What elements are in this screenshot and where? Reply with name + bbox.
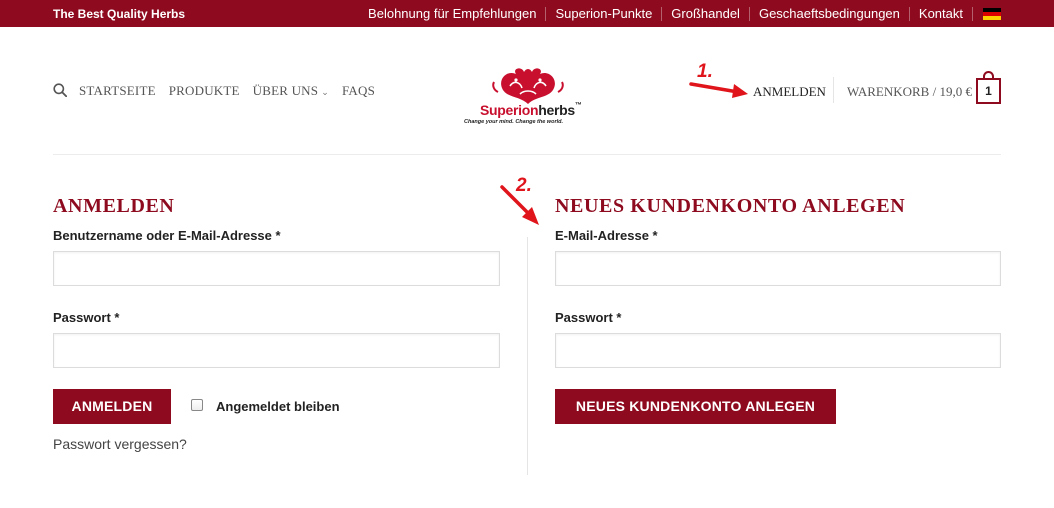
cart-link[interactable]: WARENKORB / 19,0 €: [847, 84, 972, 100]
logo-text: Superionherbs™: [480, 102, 582, 118]
header-separator: [833, 77, 834, 103]
top-link-contact[interactable]: Kontakt: [908, 6, 972, 21]
top-link-points[interactable]: Superion-Punkte: [545, 6, 661, 21]
password-input[interactable]: [53, 333, 500, 368]
remember-me-label[interactable]: Angemeldet bleiben: [216, 399, 340, 414]
column-divider: [527, 237, 528, 475]
header-divider: [53, 154, 1001, 155]
password-label: Passwort *: [53, 310, 120, 325]
main-nav: STARTSEITE PRODUKTE ÜBER UNS ⌄ FAQS: [79, 83, 388, 99]
register-email-label: E-Mail-Adresse *: [555, 228, 658, 243]
login-title: ANMELDEN: [53, 195, 175, 217]
register-button[interactable]: NEUES KUNDENKONTO ANLEGEN: [555, 389, 836, 424]
top-link-referral[interactable]: Belohnung für Empfehlungen: [359, 6, 545, 21]
remember-me-checkbox[interactable]: [191, 399, 203, 411]
nav-about[interactable]: ÜBER UNS ⌄: [253, 83, 329, 99]
top-bar: The Best Quality Herbs Belohnung für Emp…: [0, 0, 1054, 27]
nav-products[interactable]: PRODUKTE: [169, 83, 240, 99]
dragon-emblem-icon: [492, 68, 564, 104]
logo-text-part2: herbs: [538, 102, 575, 118]
top-link-terms[interactable]: Geschaeftsbedingungen: [748, 6, 909, 21]
username-input[interactable]: [53, 251, 500, 286]
logo-text-part1: Superion: [480, 102, 539, 118]
language-switcher[interactable]: [972, 6, 1001, 21]
nav-faqs[interactable]: FAQS: [342, 83, 375, 99]
register-title: NEUES KUNDENKONTO ANLEGEN: [555, 195, 906, 217]
logo-trademark: ™: [574, 102, 582, 109]
lost-password-link[interactable]: Passwort vergessen?: [53, 436, 187, 452]
register-password-input[interactable]: [555, 333, 1001, 368]
site-logo[interactable]: Superionherbs™ Change your mind. Change …: [462, 66, 594, 128]
chevron-down-icon: ⌄: [321, 87, 329, 97]
german-flag-icon: [983, 7, 1001, 20]
top-link-wholesale[interactable]: Großhandel: [661, 6, 749, 21]
annotation-arrow-2-icon: [500, 185, 539, 225]
nav-home[interactable]: STARTSEITE: [79, 83, 156, 99]
top-nav: Belohnung für Empfehlungen Superion-Punk…: [359, 0, 1001, 27]
username-label: Benutzername oder E-Mail-Adresse *: [53, 228, 281, 243]
annotation-arrow-1-icon: [689, 82, 748, 98]
cart-count-badge[interactable]: 1: [976, 78, 1001, 104]
register-email-input[interactable]: [555, 251, 1001, 286]
tagline: The Best Quality Herbs: [53, 7, 186, 21]
search-icon[interactable]: [53, 83, 67, 97]
register-password-label: Passwort *: [555, 310, 622, 325]
nav-about-label: ÜBER UNS: [252, 83, 319, 98]
login-link[interactable]: ANMELDEN: [753, 84, 826, 100]
login-button[interactable]: ANMELDEN: [53, 389, 171, 424]
logo-slogan: Change your mind. Change the world.: [464, 119, 564, 125]
